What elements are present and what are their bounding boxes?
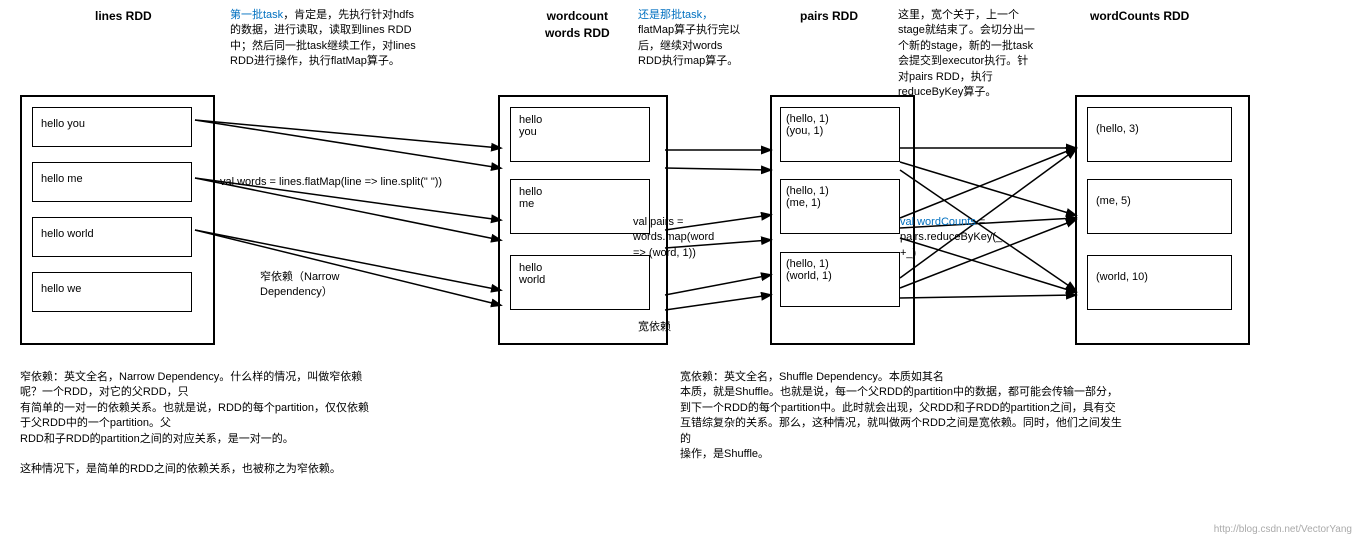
result-item-3-text: (world, 10) [1096,271,1148,283]
lines-item-2: hello me [32,162,192,202]
lines-rdd-box: hello you hello me hello world hello we [20,95,215,345]
pairs-item-2: (hello, 1)(me, 1) [780,179,900,234]
lines-item-3-text: hello world [41,228,94,240]
words-rdd-title: wordcountwords RDD [545,8,610,42]
result-item-1: (hello, 3) [1087,107,1232,162]
watermark: http://blog.csdn.net/VectorYang [1214,524,1352,535]
result-item-3: (world, 10) [1087,255,1232,310]
wide-dep-full: 宽依赖：英文全名，Shuffle Dependency。本质如其名 本质，就是S… [680,370,1130,462]
lines-item-2-text: hello me [41,173,83,185]
words-item-1-text: helloyou [519,114,542,138]
result-item-1-text: (hello, 3) [1096,123,1139,135]
words-item-3-text: helloworld [519,262,545,286]
pairs-item-3-text: (hello, 1)(world, 1) [786,258,832,282]
narrow-dep-label: 窄依赖（NarrowDependency） [260,270,339,301]
wordcounts-rdd-title: wordCounts RDD [1090,8,1189,25]
result-item-2-text: (me, 5) [1096,195,1131,207]
pairs-item-3: (hello, 1)(world, 1) [780,252,900,307]
wide-dep-label: 宽依赖 [638,320,671,335]
wordcounts-rdd-box: (hello, 3) (me, 5) (world, 10) [1075,95,1250,345]
stage2-desc: 还是那批task， flatMap算子执行完以 后，继续对words RDD执行… [638,8,793,70]
stage1-desc: 第一批task，肯定是，先执行针对hdfs 的数据，进行读取，读取到lines … [230,8,490,70]
lines-item-1: hello you [32,107,192,147]
words-item-2-text: hellome [519,186,542,210]
pairs-item-1-text: (hello, 1)(you, 1) [786,113,829,137]
flatmap-code: val words = lines.flatMap(line => line.s… [220,175,442,190]
map-code: val pairs =words.map(word=> (word, 1)) [633,215,714,261]
pairs-item-1: (hello, 1)(you, 1) [780,107,900,162]
lines-rdd-title: lines RDD [95,8,152,25]
pairs-rdd-box: (hello, 1)(you, 1) (hello, 1)(me, 1) (he… [770,95,915,345]
words-item-3: helloworld [510,255,650,310]
narrow-dep-full: 窄依赖：英文全名，Narrow Dependency。什么样的情况，叫做窄依赖呢… [20,370,370,478]
pairs-rdd-title: pairs RDD [800,8,858,25]
lines-item-4-text: hello we [41,283,81,295]
words-item-2: hellome [510,179,650,234]
result-item-2: (me, 5) [1087,179,1232,234]
diagram-container: lines RDD hello you hello me hello world… [0,0,1360,543]
stage3-desc: 这里，宽个关于，上一个 stage就结束了。会切分出一 个新的stage，新的一… [898,8,1078,100]
pairs-item-2-text: (hello, 1)(me, 1) [786,185,829,209]
lines-item-3: hello world [32,217,192,257]
words-item-1: helloyou [510,107,650,162]
reducebykey-code: val wordCounts = pairs.reduceByKey(_ +_) [900,215,1002,261]
lines-item-1-text: hello you [41,118,85,130]
lines-item-4: hello we [32,272,192,312]
